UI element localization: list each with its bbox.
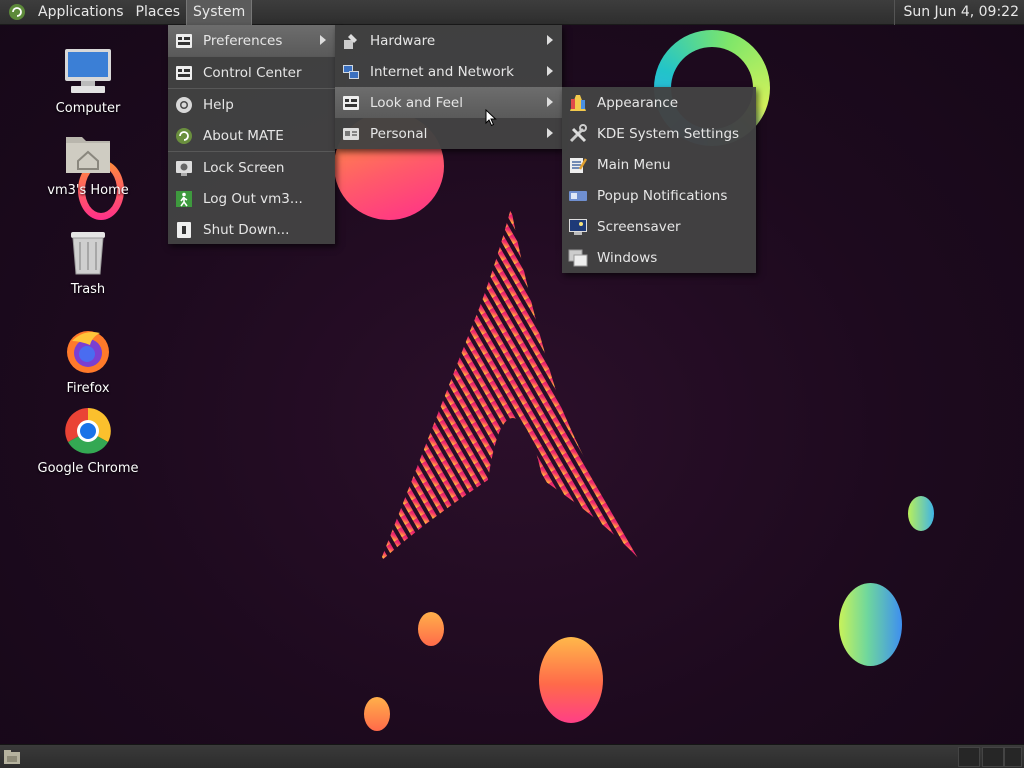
menu-item-label: Internet and Network bbox=[370, 63, 514, 80]
mate-logo-icon[interactable] bbox=[6, 1, 28, 23]
notification-icon bbox=[568, 186, 588, 206]
menu-item-screensaver[interactable]: Screensaver bbox=[562, 211, 756, 242]
look-and-feel-icon bbox=[341, 93, 361, 113]
menu-item-label: Help bbox=[203, 96, 234, 113]
wallpaper-blob bbox=[908, 496, 934, 531]
windows-icon bbox=[568, 248, 588, 268]
desktop-icon-computer[interactable]: Computer bbox=[28, 45, 148, 116]
system-menu[interactable]: System bbox=[186, 0, 253, 25]
mate-logo-icon bbox=[174, 126, 194, 146]
menu-item-appearance[interactable]: Appearance bbox=[562, 87, 756, 118]
trash-icon bbox=[62, 226, 114, 278]
submenu-arrow-icon bbox=[320, 35, 326, 45]
system-dropdown: Preferences Control Center Help About MA… bbox=[168, 25, 335, 244]
menu-item-label: Look and Feel bbox=[370, 94, 463, 111]
menu-item-popup-notifications[interactable]: Popup Notifications bbox=[562, 180, 756, 211]
wallpaper-blob bbox=[539, 637, 603, 723]
submenu-arrow-icon bbox=[547, 35, 553, 45]
preferences-submenu: Hardware Internet and Network Look and F… bbox=[335, 25, 562, 149]
menu-item-help[interactable]: Help bbox=[168, 89, 335, 120]
menu-item-label: Shut Down... bbox=[203, 221, 290, 238]
menu-item-look-and-feel[interactable]: Look and Feel bbox=[335, 87, 562, 118]
menu-item-control-center[interactable]: Control Center bbox=[168, 57, 335, 88]
tools-icon bbox=[568, 123, 588, 144]
places-menu[interactable]: Places bbox=[130, 0, 187, 25]
menu-item-label: Screensaver bbox=[597, 218, 681, 235]
menu-item-kde-system-settings[interactable]: KDE System Settings bbox=[562, 118, 756, 149]
submenu-arrow-icon bbox=[547, 97, 553, 107]
menu-item-windows[interactable]: Windows bbox=[562, 242, 756, 273]
log-out-icon bbox=[174, 189, 194, 209]
network-icon bbox=[341, 62, 361, 82]
main-menu-icon bbox=[568, 155, 588, 175]
bottom-panel bbox=[0, 744, 1024, 768]
wallpaper-blob bbox=[364, 697, 390, 731]
menu-item-label: KDE System Settings bbox=[597, 125, 740, 142]
menu-item-log-out[interactable]: Log Out vm3... bbox=[168, 183, 335, 214]
menu-item-label: About MATE bbox=[203, 127, 284, 144]
menu-item-internet-network[interactable]: Internet and Network bbox=[335, 56, 562, 87]
menu-item-personal[interactable]: Personal bbox=[335, 118, 562, 149]
help-icon bbox=[174, 95, 194, 115]
menu-item-hardware[interactable]: Hardware bbox=[335, 25, 562, 56]
computer-icon bbox=[62, 45, 114, 97]
look-and-feel-submenu: Appearance KDE System Settings Main Menu… bbox=[562, 87, 756, 273]
menu-item-label: Main Menu bbox=[597, 156, 671, 173]
lock-screen-icon bbox=[174, 158, 194, 178]
desktop-icon-label: Firefox bbox=[66, 381, 110, 396]
menu-item-preferences[interactable]: Preferences bbox=[168, 25, 335, 56]
screensaver-icon bbox=[568, 217, 588, 237]
desktop-icon-label: Computer bbox=[55, 101, 121, 116]
submenu-arrow-icon bbox=[547, 66, 553, 76]
desktop-icon-chrome[interactable]: Google Chrome bbox=[28, 405, 148, 476]
control-center-icon bbox=[174, 63, 194, 83]
desktop-icon-firefox[interactable]: Firefox bbox=[28, 325, 148, 396]
preferences-icon bbox=[174, 31, 194, 51]
menu-item-about-mate[interactable]: About MATE bbox=[168, 120, 335, 151]
menu-item-lock-screen[interactable]: Lock Screen bbox=[168, 152, 335, 183]
menu-item-label: Preferences bbox=[203, 32, 283, 49]
hardware-icon bbox=[341, 31, 361, 51]
show-desktop-icon[interactable] bbox=[2, 748, 22, 766]
menu-item-main-menu[interactable]: Main Menu bbox=[562, 149, 756, 180]
menu-item-label: Lock Screen bbox=[203, 159, 285, 176]
applications-menu[interactable]: Applications bbox=[32, 0, 130, 25]
appearance-icon bbox=[568, 93, 588, 113]
menu-item-label: Control Center bbox=[203, 64, 302, 81]
wallpaper-blob bbox=[839, 583, 902, 666]
shut-down-icon bbox=[174, 220, 194, 240]
clock[interactable]: Sun Jun 4, 09:22 bbox=[894, 0, 1024, 25]
menu-item-label: Windows bbox=[597, 249, 658, 266]
menu-item-label: Log Out vm3... bbox=[203, 190, 303, 207]
top-panel: Applications Places System Sun Jun 4, 09… bbox=[0, 0, 1024, 25]
desktop-icon-label: vm3's Home bbox=[47, 183, 129, 198]
desktop-icon-label: Google Chrome bbox=[37, 461, 139, 476]
wallpaper-blob bbox=[418, 612, 444, 646]
menu-item-label: Appearance bbox=[597, 94, 679, 111]
menu-item-shut-down[interactable]: Shut Down... bbox=[168, 214, 335, 245]
home-folder-icon bbox=[62, 127, 114, 179]
workspace-switcher-1[interactable] bbox=[958, 747, 980, 767]
desktop-icon-home[interactable]: vm3's Home bbox=[28, 127, 148, 198]
workspace-switcher-3[interactable] bbox=[1004, 747, 1022, 767]
menu-item-label: Personal bbox=[370, 125, 428, 142]
menu-item-label: Hardware bbox=[370, 32, 436, 49]
menu-item-label: Popup Notifications bbox=[597, 187, 728, 204]
workspace-switcher-2[interactable] bbox=[982, 747, 1004, 767]
personal-icon bbox=[341, 124, 361, 144]
mouse-cursor-icon bbox=[485, 109, 497, 127]
desktop-icon-trash[interactable]: Trash bbox=[28, 226, 148, 297]
chrome-icon bbox=[62, 405, 114, 457]
firefox-icon bbox=[62, 325, 114, 377]
desktop-icon-label: Trash bbox=[70, 282, 106, 297]
submenu-arrow-icon bbox=[547, 128, 553, 138]
